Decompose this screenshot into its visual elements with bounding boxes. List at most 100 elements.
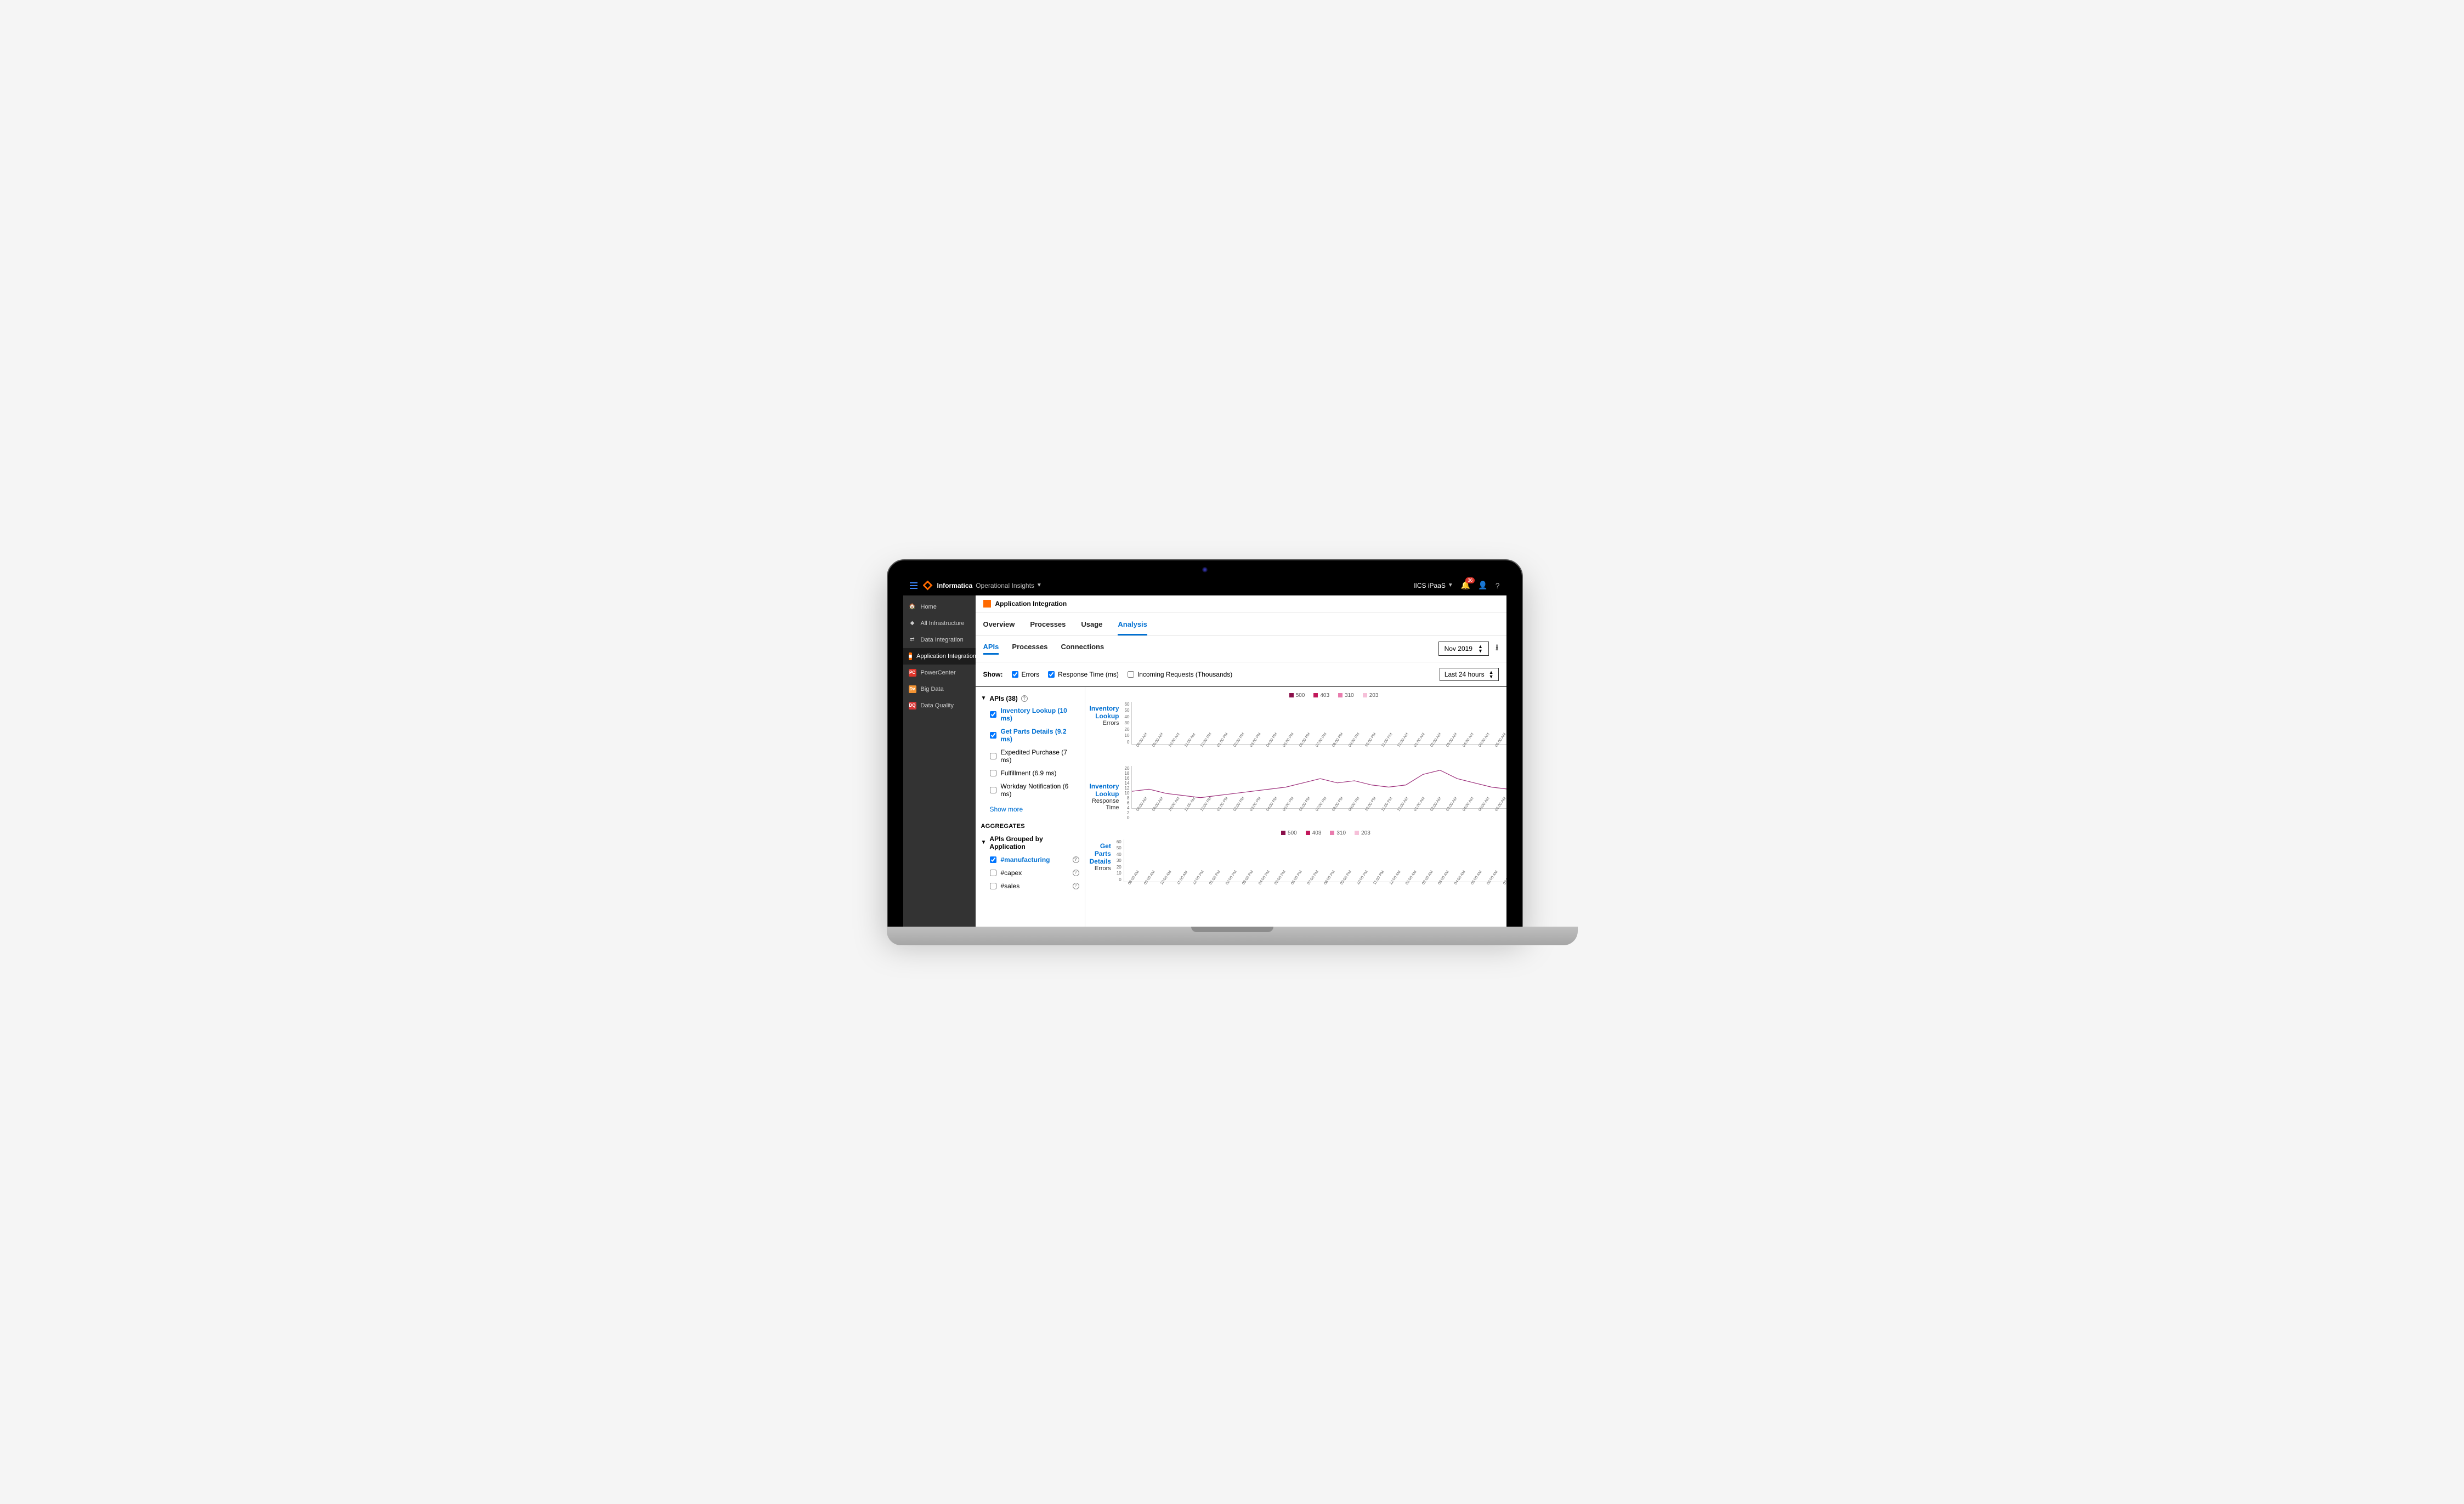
chart-inventory-rt: Inventory Lookup Response Time 201816141… <box>1090 766 1496 814</box>
agg-checkbox[interactable] <box>990 856 996 863</box>
chart-legend: 500403310203 <box>1117 830 1506 836</box>
api-item-get-parts-details[interactable]: Get Parts Details (9.2 ms) <box>990 728 1079 743</box>
sidebar-item-all-infra[interactable]: ◆ All Infrastructure <box>903 615 976 632</box>
show-label: Show: <box>983 671 1003 678</box>
agg-checkbox[interactable] <box>990 883 996 889</box>
tab-usage[interactable]: Usage <box>1081 620 1102 635</box>
x-axis: 08:00 AM09:00 AM10:00 AM11:00 AM12:00 PM… <box>1125 810 1506 814</box>
caret-down-icon: ▼ <box>981 839 987 845</box>
bd-icon: Dv <box>909 685 916 693</box>
filter-errors[interactable]: Errors <box>1012 671 1040 678</box>
menu-icon[interactable] <box>910 582 917 589</box>
aggregates-subheader[interactable]: ▼ APIs Grouped by Application <box>981 835 1079 850</box>
laptop-frame: Informatica Operational Insights ▼ IICS … <box>887 559 1523 928</box>
help-icon[interactable]: ? <box>1073 856 1079 863</box>
filter-incoming[interactable]: Incoming Requests (Thousands) <box>1128 671 1232 678</box>
chart-title: Inventory Lookup <box>1090 705 1119 720</box>
filter-row: Show: Errors Response Time (ms) Incoming… <box>976 662 1506 687</box>
sidebar-item-label: PowerCenter <box>921 669 956 676</box>
api-tree-header[interactable]: ▼ APIs (38) ? <box>981 695 1079 702</box>
date-picker-value: Nov 2019 <box>1445 645 1472 652</box>
laptop-base <box>887 927 1578 945</box>
main: Application Integration Overview Process… <box>976 595 1506 927</box>
agg-item-manufacturing[interactable]: #manufacturing ? <box>990 856 1079 864</box>
breadcrumb-icon <box>983 600 991 608</box>
camera-dot <box>1202 567 1208 572</box>
brand-name: Informatica <box>937 582 973 589</box>
sidebar-item-label: Home <box>921 604 937 610</box>
secondary-tabs-row: APIs Processes Connections Nov 2019 ▲▼ ⭳ <box>976 636 1506 662</box>
breadcrumb-label: Application Integration <box>995 600 1067 608</box>
screen: Informatica Operational Insights ▼ IICS … <box>903 576 1506 927</box>
sidebar-item-data-quality[interactable]: DQ Data Quality <box>903 697 976 714</box>
agg-checkbox[interactable] <box>990 870 996 876</box>
home-icon: 🏠 <box>909 603 916 611</box>
sidebar-item-label: Data Integration <box>921 637 964 643</box>
user-icon[interactable]: 👤 <box>1478 581 1487 590</box>
sidebar-item-home[interactable]: 🏠 Home <box>903 599 976 615</box>
api-item-workday-notification[interactable]: Workday Notification (6 ms) <box>990 782 1079 798</box>
sidebar-item-powercenter[interactable]: PC PowerCenter <box>903 665 976 681</box>
subtab-processes[interactable]: Processes <box>1012 643 1047 655</box>
api-item-expedited-purchase[interactable]: Expedited Purchase (7 ms) <box>990 748 1079 764</box>
help-icon[interactable]: ? <box>1021 695 1028 702</box>
date-picker[interactable]: Nov 2019 ▲▼ <box>1438 642 1489 656</box>
subtab-connections[interactable]: Connections <box>1061 643 1104 655</box>
chart-subtitle: Response Time <box>1090 798 1119 811</box>
dq-icon: DQ <box>909 702 916 710</box>
sidebar-item-label: Application Integration <box>916 653 976 660</box>
x-axis: 08:00 AM09:00 AM10:00 AM11:00 AM12:00 PM… <box>1125 746 1506 750</box>
time-window-select[interactable]: Last 24 hours ▲▼ <box>1440 668 1499 681</box>
sidebar-item-app-integration[interactable]: ◼ Application Integration <box>903 648 976 665</box>
sidebar-item-label: All Infrastructure <box>921 620 965 627</box>
bar-plot <box>1132 702 1506 744</box>
notifications-button[interactable]: 🔔 36 <box>1461 581 1470 590</box>
date-arrows-icon: ▲▼ <box>1478 644 1483 653</box>
show-more-link[interactable]: Show more <box>990 805 1079 813</box>
app-int-icon: ◼ <box>909 652 913 660</box>
sidebar-item-big-data[interactable]: Dv Big Data <box>903 681 976 697</box>
filter-response-time[interactable]: Response Time (ms) <box>1048 671 1119 678</box>
env-dropdown[interactable]: IICS iPaaS ▼ <box>1413 582 1453 589</box>
filter-rt-checkbox[interactable] <box>1048 671 1055 678</box>
api-checkbox[interactable] <box>990 787 996 793</box>
breadcrumb: Application Integration <box>976 595 1506 612</box>
brand-logo-icon <box>923 581 933 591</box>
download-icon[interactable]: ⭳ <box>1496 642 1499 656</box>
sidebar: 🏠 Home ◆ All Infrastructure ⇄ Data Integ… <box>903 595 976 927</box>
api-checkbox[interactable] <box>990 711 996 718</box>
help-icon[interactable]: ? <box>1496 581 1500 590</box>
api-item-fulfillment[interactable]: Fulfillment (6.9 ms) <box>990 769 1079 777</box>
line-plot <box>1131 766 1506 809</box>
help-icon[interactable]: ? <box>1073 870 1079 876</box>
topbar: Informatica Operational Insights ▼ IICS … <box>903 576 1506 595</box>
filter-incoming-checkbox[interactable] <box>1128 671 1134 678</box>
primary-tabs: Overview Processes Usage Analysis <box>976 612 1506 636</box>
notification-badge: 36 <box>1465 577 1475 583</box>
api-item-inventory-lookup[interactable]: Inventory Lookup (10 ms) <box>990 707 1079 722</box>
api-checkbox[interactable] <box>990 732 996 739</box>
help-icon[interactable]: ? <box>1073 883 1079 889</box>
section-name[interactable]: Operational Insights <box>976 582 1034 589</box>
pc-icon: PC <box>909 669 916 677</box>
env-label: IICS iPaaS <box>1413 582 1446 589</box>
filter-errors-checkbox[interactable] <box>1012 671 1018 678</box>
agg-item-sales[interactable]: #sales ? <box>990 882 1079 890</box>
chart-subtitle: Errors <box>1090 865 1111 872</box>
sidebar-item-label: Big Data <box>921 686 944 693</box>
agg-item-capex[interactable]: #capex ? <box>990 869 1079 877</box>
api-checkbox[interactable] <box>990 753 996 759</box>
y-axis: 6050403020100 <box>1125 702 1132 745</box>
aggregates-heading: AGGREGATES <box>981 823 1079 830</box>
chart-title: Get Parts Details <box>1090 842 1111 865</box>
api-checkbox[interactable] <box>990 770 996 776</box>
tab-processes[interactable]: Processes <box>1030 620 1066 635</box>
y-axis: 6050403020100 <box>1117 839 1124 882</box>
chevron-down-icon: ▼ <box>1448 582 1453 588</box>
subtab-apis[interactable]: APIs <box>983 643 999 655</box>
tab-analysis[interactable]: Analysis <box>1118 620 1147 635</box>
sidebar-item-data-integration[interactable]: ⇄ Data Integration <box>903 632 976 648</box>
chevron-down-icon[interactable]: ▼ <box>1036 582 1042 588</box>
tab-overview[interactable]: Overview <box>983 620 1015 635</box>
chart-title: Inventory Lookup <box>1090 782 1119 798</box>
